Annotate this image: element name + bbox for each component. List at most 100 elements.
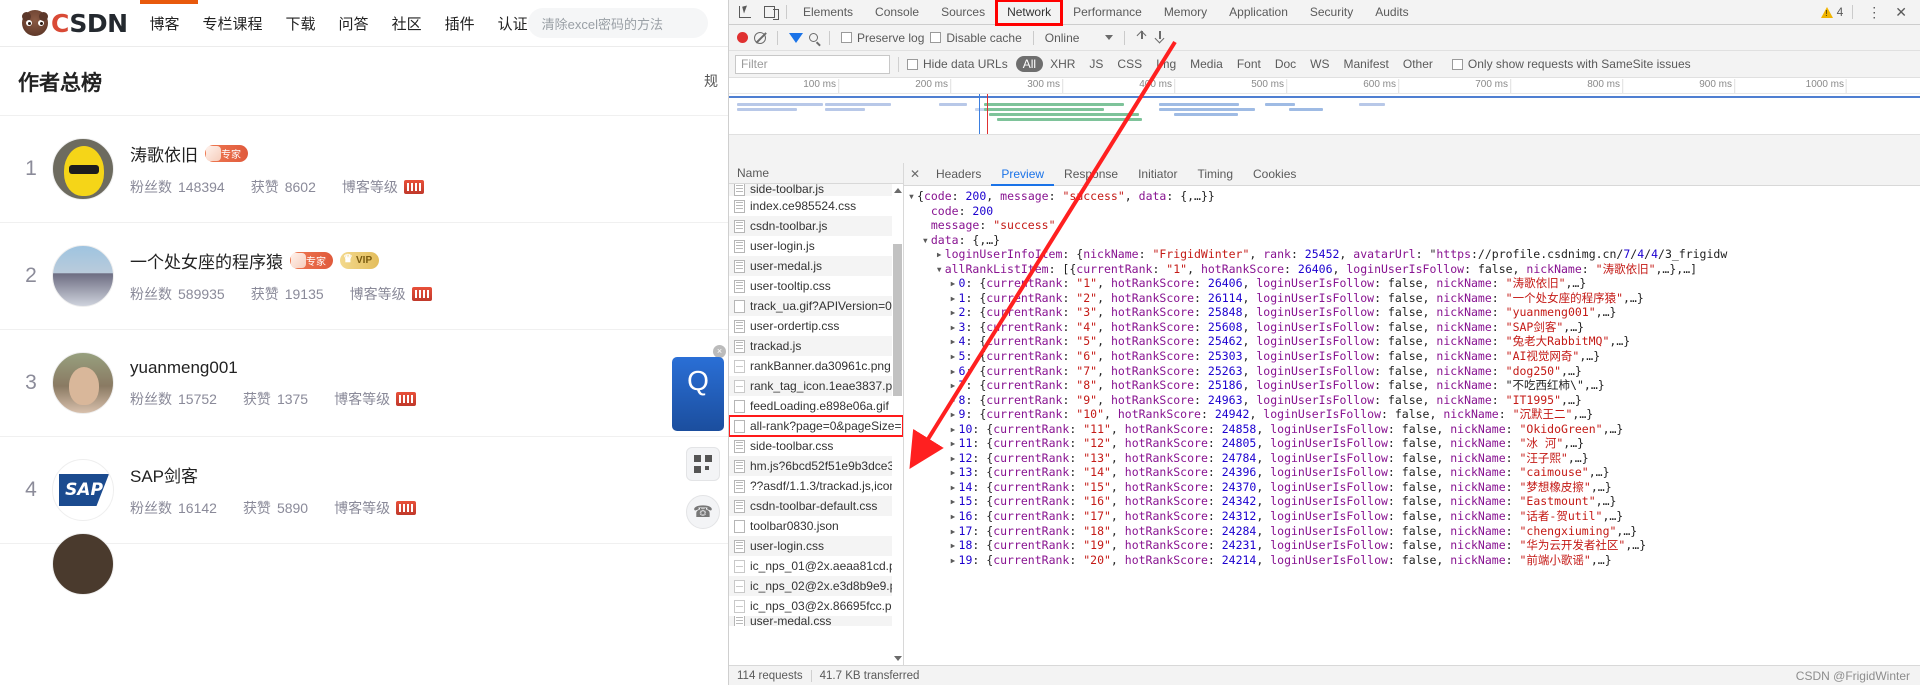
tab-security[interactable]: Security [1299,0,1364,25]
nav-item-courses[interactable]: 专栏课程 [203,13,263,34]
list-item[interactable]: ic_nps_02@2x.e3d8b9e9.png [729,576,903,596]
json-line[interactable]: ▸ 5: {currentRank: "6", hotRankScore: 253… [908,349,1920,364]
list-item[interactable]: index.ce985524.css [729,196,903,216]
triangle-right-icon[interactable]: ▸ [950,553,959,568]
triangle-down-icon[interactable]: ▾ [922,233,931,248]
device-toolbar-icon[interactable] [757,1,781,23]
list-item[interactable]: rank_tag_icon.1eae3837.png [729,376,903,396]
nav-item-plugins[interactable]: 插件 [445,13,475,34]
csdn-logo[interactable]: CSDN [22,10,128,36]
more-options-icon[interactable]: ⋮ [1862,4,1886,21]
json-line[interactable]: ▸ 3: {currentRank: "4", hotRankScore: 256… [908,320,1920,335]
type-filter-js[interactable]: JS [1082,56,1110,72]
triangle-right-icon[interactable]: ▸ [950,422,959,437]
preserve-log-checkbox[interactable]: Preserve log [841,31,924,45]
tab-sources[interactable]: Sources [930,0,996,25]
tab-elements[interactable]: Elements [792,0,864,25]
nav-item-blog[interactable]: 博客 [150,13,180,34]
author-name[interactable]: 涛歌依旧 [130,141,198,166]
detail-tab-preview[interactable]: Preview [991,163,1055,186]
record-icon[interactable] [737,32,748,43]
type-filter-doc[interactable]: Doc [1268,56,1303,72]
triangle-down-icon[interactable]: ▾ [908,189,917,204]
tab-console[interactable]: Console [864,0,930,25]
hide-data-urls-checkbox[interactable]: Hide data URLs [907,57,1008,71]
scroll-up-icon[interactable] [893,186,902,195]
nav-item-community[interactable]: 社区 [392,13,422,34]
import-har-icon[interactable] [1136,31,1148,44]
tab-network[interactable]: Network [995,0,1064,26]
json-line[interactable]: ▸ 10: {currentRank: "11", hotRankScore: 2… [908,422,1920,437]
json-line[interactable]: ▸ 12: {currentRank: "13", hotRankScore: 2… [908,451,1920,466]
network-overview[interactable]: 100 ms 200 ms 300 ms 400 ms 500 ms 600 m… [729,78,1920,135]
filter-icon[interactable] [789,32,803,43]
list-item[interactable]: track_ua.gif?APIVersion=0.6.0 [729,296,903,316]
list-item[interactable]: ic_nps_03@2x.86695fcc.png [729,596,903,616]
author-name[interactable]: 一个处女座的程序猿 [130,248,283,273]
avatar[interactable] [52,532,114,595]
avatar[interactable] [52,352,114,414]
json-line[interactable]: ▸ 6: {currentRank: "7", hotRankScore: 252… [908,364,1920,379]
detail-tab-headers[interactable]: Headers [926,163,991,186]
clear-icon[interactable] [754,31,766,44]
triangle-right-icon[interactable]: ▸ [950,349,959,364]
avatar[interactable]: SAP [52,459,114,521]
type-filter-xhr[interactable]: XHR [1043,56,1082,72]
type-filter-img[interactable]: Img [1149,56,1183,72]
json-line[interactable]: ▸ 9: {currentRank: "10", hotRankScore: 24… [908,407,1920,422]
list-item[interactable]: ic_nps_01@2x.aeaa81cd.png [729,556,903,576]
triangle-right-icon[interactable]: ▸ [950,364,959,379]
triangle-right-icon[interactable]: ▸ [950,393,959,408]
list-item[interactable]: toolbar0830.json [729,516,903,536]
json-line[interactable]: ▸ 11: {currentRank: "12", hotRankScore: 2… [908,436,1920,451]
json-line[interactable]: message: "success" [908,218,1920,233]
triangle-right-icon[interactable]: ▸ [950,465,959,480]
close-devtools-icon[interactable]: ✕ [1890,4,1912,21]
json-line[interactable]: ▸ 14: {currentRank: "15", hotRankScore: 2… [908,480,1920,495]
list-item[interactable]: csdn-toolbar.js [729,216,903,236]
rank-row[interactable]: 4 SAP SAP剑客 粉丝数 16142 获赞 5890 博客等级 [0,436,728,543]
rank-row[interactable] [0,532,728,595]
detail-tab-response[interactable]: Response [1054,163,1128,186]
detail-tab-initiator[interactable]: Initiator [1128,163,1187,186]
triangle-right-icon[interactable]: ▸ [950,524,959,539]
triangle-right-icon[interactable]: ▸ [950,378,959,393]
request-rows[interactable]: side-toolbar.js index.ce985524.css csdn-… [729,184,903,665]
json-line[interactable]: ▸ 2: {currentRank: "3", hotRankScore: 258… [908,305,1920,320]
json-line[interactable]: ▸ 1: {currentRank: "2", hotRankScore: 261… [908,291,1920,306]
json-line[interactable]: ▾ {code: 200, message: "success", data: {… [908,189,1920,204]
export-har-icon[interactable] [1154,31,1166,44]
json-line[interactable]: ▸ 0: {currentRank: "1", hotRankScore: 264… [908,276,1920,291]
triangle-right-icon[interactable]: ▸ [950,509,959,524]
json-line[interactable]: ▸ 16: {currentRank: "17", hotRankScore: 2… [908,509,1920,524]
tab-application[interactable]: Application [1218,0,1299,25]
avatar[interactable] [52,245,114,307]
inspect-element-icon[interactable] [733,1,757,23]
type-filter-css[interactable]: CSS [1110,56,1149,72]
list-item[interactable]: user-medal.js [729,256,903,276]
json-line[interactable]: ▸ 7: {currentRank: "8", hotRankScore: 251… [908,378,1920,393]
type-filter-all[interactable]: All [1015,56,1044,72]
avatar[interactable] [52,138,114,200]
close-detail-icon[interactable]: ✕ [904,167,926,181]
json-line[interactable]: ▸ 4: {currentRank: "5", hotRankScore: 254… [908,334,1920,349]
throttling-select[interactable]: Online [1045,31,1114,45]
list-item[interactable]: user-login.css [729,536,903,556]
type-filter-font[interactable]: Font [1230,56,1268,72]
json-line[interactable]: ▾ allRankListItem: [{currentRank: "1", ho… [908,262,1920,277]
json-line[interactable]: ▾ data: {,…} [908,233,1920,248]
json-line[interactable]: ▸ 8: {currentRank: "9", hotRankScore: 249… [908,393,1920,408]
triangle-right-icon[interactable]: ▸ [950,276,959,291]
list-item[interactable]: side-toolbar.js [729,184,903,196]
disable-cache-box[interactable] [930,32,942,43]
floating-ad[interactable]: Q [672,357,724,431]
list-item[interactable]: user-medal.css [729,616,903,626]
json-line[interactable]: ▸ 19: {currentRank: "20", hotRankScore: 2… [908,553,1920,568]
hide-data-urls-box[interactable] [907,58,918,70]
json-preview[interactable]: ▾ {code: 200, message: "success", data: {… [904,186,1920,665]
type-filter-ws[interactable]: WS [1303,56,1336,72]
scroll-down-icon[interactable] [893,654,902,663]
triangle-right-icon[interactable]: ▸ [950,480,959,495]
triangle-right-icon[interactable]: ▸ [936,247,945,262]
scrollbar-thumb[interactable] [893,244,902,396]
